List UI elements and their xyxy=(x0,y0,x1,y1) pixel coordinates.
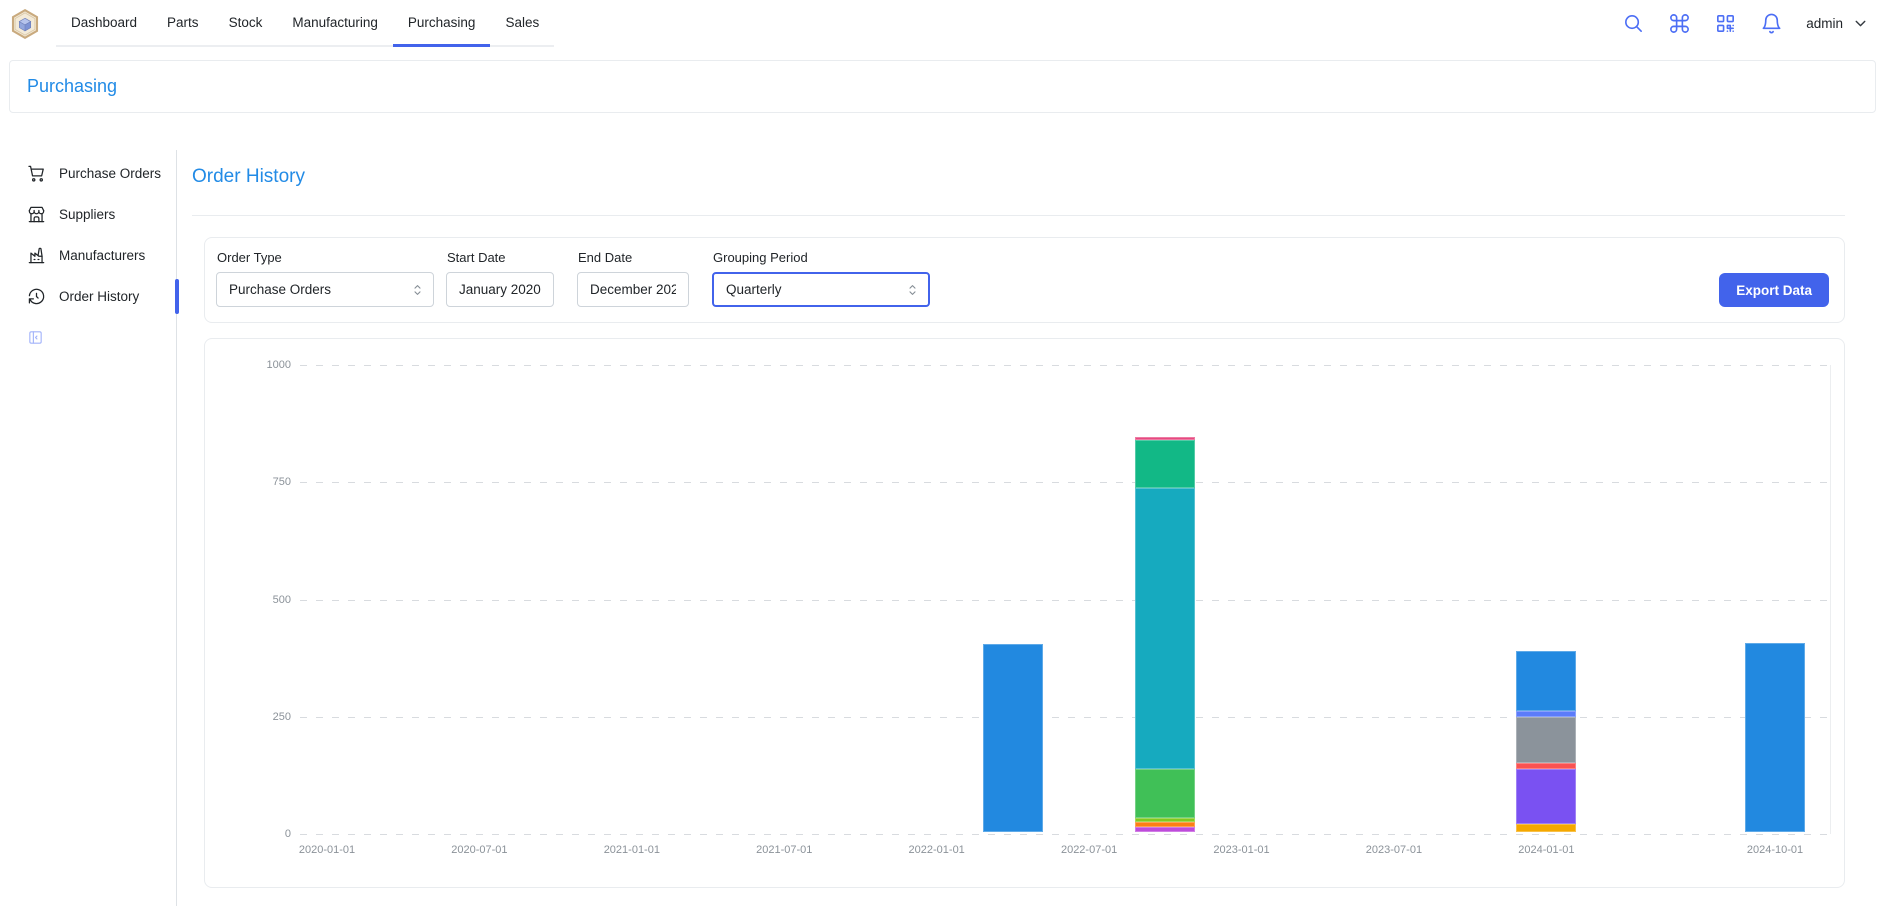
end-date-label: End Date xyxy=(578,250,689,265)
y-axis-tick-label: 500 xyxy=(233,594,291,606)
chart-bar-segment xyxy=(1135,769,1195,818)
y-gridline xyxy=(300,600,1830,601)
breadcrumb-purchasing[interactable]: Purchasing xyxy=(27,76,117,96)
y-gridline xyxy=(300,482,1830,483)
filter-panel: Order Type Purchase Orders Start Date En… xyxy=(204,237,1845,323)
content-row: Purchase Orders Suppliers Manufacturers xyxy=(0,150,1885,906)
chart-bar-segment xyxy=(1135,822,1195,828)
nav-tab-purchasing[interactable]: Purchasing xyxy=(393,0,491,45)
chart-bar-segment xyxy=(1135,440,1195,487)
start-date-field: Start Date xyxy=(446,250,554,307)
chart-bar-segment xyxy=(1135,488,1195,769)
chart-bar-segment xyxy=(983,644,1043,832)
chart-bar-segment xyxy=(1135,827,1195,832)
sidebar-collapse-icon[interactable] xyxy=(27,329,44,346)
start-date-label: Start Date xyxy=(447,250,554,265)
end-date-field: End Date xyxy=(577,250,689,307)
factory-icon xyxy=(27,246,46,265)
y-axis-tick-label: 0 xyxy=(233,828,291,840)
breadcrumb: Purchasing xyxy=(9,60,1876,113)
chevron-down-icon xyxy=(1852,15,1869,32)
end-date-input[interactable] xyxy=(577,272,689,307)
sidebar-item-purchase-orders[interactable]: Purchase Orders xyxy=(0,153,176,194)
grouping-period-field: Grouping Period Quarterly xyxy=(712,250,930,307)
app-logo-icon[interactable] xyxy=(10,9,40,39)
nav-tab-manufacturing[interactable]: Manufacturing xyxy=(277,0,393,45)
y-axis-tick-label: 250 xyxy=(233,711,291,723)
user-menu[interactable]: admin xyxy=(1806,15,1869,32)
command-icon[interactable] xyxy=(1668,12,1691,35)
inventree-app: Dashboard Parts Stock Manufacturing Purc… xyxy=(0,0,1885,906)
chart-plot: 0 250 500 750 1000 2020-01-01 2020-07-01 2021-0… xyxy=(205,339,1844,887)
selector-icon xyxy=(410,282,425,297)
chart-bar-segment xyxy=(1745,643,1805,832)
x-axis-tick-label: 2022-07-01 xyxy=(1024,844,1154,856)
x-axis-tick-label: 2023-07-01 xyxy=(1329,844,1459,856)
x-axis-tick-label: 2023-01-01 xyxy=(1177,844,1307,856)
plot-right-border xyxy=(1830,365,1831,834)
start-date-input[interactable] xyxy=(446,272,554,307)
x-axis-tick-label: 2022-01-01 xyxy=(872,844,1002,856)
sidebar-item-suppliers[interactable]: Suppliers xyxy=(0,194,176,235)
y-gridline xyxy=(300,717,1830,718)
chart-bar-segment xyxy=(1516,824,1576,832)
x-axis-tick-label: 2024-10-01 xyxy=(1710,844,1840,856)
sidebar: Purchase Orders Suppliers Manufacturers xyxy=(0,150,177,906)
nav-tab-dashboard[interactable]: Dashboard xyxy=(56,0,152,45)
chart-card: 0 250 500 750 1000 2020-01-01 2020-07-01 2021-0… xyxy=(204,338,1845,888)
nav-tab-stock[interactable]: Stock xyxy=(214,0,278,45)
x-axis-tick-label: 2021-01-01 xyxy=(567,844,697,856)
header-actions: admin xyxy=(1622,12,1869,35)
sidebar-item-manufacturers[interactable]: Manufacturers xyxy=(0,235,176,276)
top-header: Dashboard Parts Stock Manufacturing Purc… xyxy=(0,0,1885,47)
y-axis-tick-label: 1000 xyxy=(233,359,291,371)
username: admin xyxy=(1806,16,1843,31)
order-type-label: Order Type xyxy=(217,250,434,265)
grouping-period-select[interactable]: Quarterly xyxy=(712,272,930,307)
search-icon[interactable] xyxy=(1622,12,1645,35)
main-nav: Dashboard Parts Stock Manufacturing Purc… xyxy=(56,0,554,47)
export-data-button[interactable]: Export Data xyxy=(1719,273,1829,307)
page-title: Order History xyxy=(192,166,1845,188)
chart-bar-segment xyxy=(1516,763,1576,769)
order-type-select[interactable]: Purchase Orders xyxy=(216,272,434,307)
qr-scan-icon[interactable] xyxy=(1714,12,1737,35)
x-axis-tick-label: 2020-07-01 xyxy=(414,844,544,856)
y-gridline xyxy=(300,365,1830,366)
main-panel: Order History Order Type Purchase Orders… xyxy=(177,150,1885,906)
nav-tab-sales[interactable]: Sales xyxy=(490,0,554,45)
shopping-cart-icon xyxy=(27,164,46,183)
order-type-field: Order Type Purchase Orders xyxy=(216,250,434,307)
nav-tab-parts[interactable]: Parts xyxy=(152,0,214,45)
title-divider xyxy=(192,215,1845,216)
chart-bar-segment xyxy=(1135,818,1195,821)
bell-icon[interactable] xyxy=(1760,12,1783,35)
storefront-icon xyxy=(27,205,46,224)
x-axis-tick-label: 2020-01-01 xyxy=(262,844,392,856)
history-clock-icon xyxy=(27,287,46,306)
grouping-period-label: Grouping Period xyxy=(713,250,930,265)
chart-bar-segment xyxy=(1516,711,1576,717)
chart-bar-segment xyxy=(1516,651,1576,710)
sidebar-item-order-history[interactable]: Order History xyxy=(0,276,176,317)
x-axis-tick-label: 2021-07-01 xyxy=(719,844,849,856)
x-axis-tick-label: 2024-01-01 xyxy=(1481,844,1611,856)
chart-bar-segment xyxy=(1516,717,1576,763)
chart-bar-segment xyxy=(1516,769,1576,824)
selector-icon xyxy=(905,282,920,297)
y-gridline xyxy=(300,834,1830,835)
chart-bar-segment xyxy=(1135,437,1195,441)
y-axis-tick-label: 750 xyxy=(233,476,291,488)
